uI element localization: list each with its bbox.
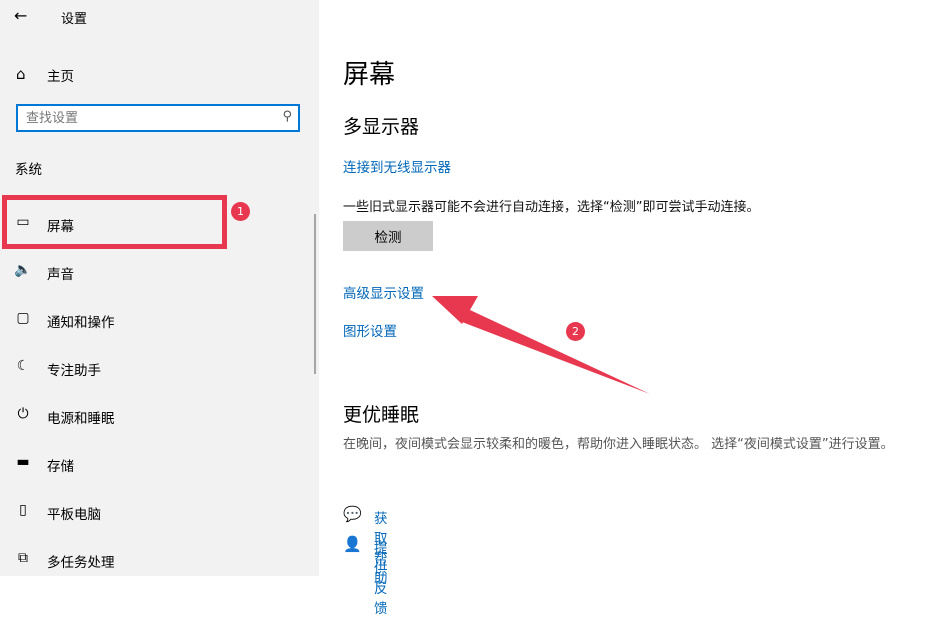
search-icon[interactable]: ⚲: [282, 109, 292, 124]
section-label-system: 系统: [15, 162, 42, 178]
sidebar-item-label: 电源和睡眠: [47, 411, 115, 427]
back-arrow-icon[interactable]: ←: [14, 6, 34, 26]
notification-icon: ▢: [16, 310, 30, 326]
night-light-description: 在晚间，夜间模式会显示较柔和的暖色，帮助你进入睡眠状态。 选择“夜间模式设置”进…: [343, 437, 894, 452]
tablet-icon: ▯: [19, 502, 27, 518]
graphics-settings-link[interactable]: 图形设置: [343, 320, 397, 340]
sidebar-item-label: 通知和操作: [47, 315, 115, 331]
page-title: 屏幕: [343, 60, 396, 90]
annotation-badge-2: 2: [566, 322, 585, 341]
multi-display-heading: 多显示器: [343, 116, 420, 138]
better-sleep-heading: 更优睡眠: [343, 404, 420, 426]
sidebar-item-label: 存储: [47, 459, 74, 475]
sidebar-item-label: 专注助手: [47, 363, 101, 379]
feedback-person-icon: 👤: [343, 535, 362, 553]
wireless-display-link[interactable]: 连接到无线显示器: [343, 156, 451, 176]
sidebar-item-label: 多任务处理: [47, 555, 115, 571]
storage-icon: ▬: [16, 454, 30, 470]
main-content: 屏幕 多显示器 连接到无线显示器 一些旧式显示器可能不会进行自动连接，选择“检测…: [319, 0, 949, 617]
sidebar-item-multitasking[interactable]: ⧉ 多任务处理: [0, 540, 319, 580]
speaker-icon: 🔈: [14, 262, 32, 278]
sidebar-scrollbar[interactable]: [314, 214, 316, 374]
sidebar-item-storage[interactable]: ▬ 存储: [0, 444, 319, 484]
sidebar-item-home[interactable]: ⌂ 主页: [0, 56, 319, 92]
advanced-display-settings-link[interactable]: 高级显示设置: [343, 282, 424, 302]
app-title: 设置: [61, 12, 88, 27]
home-icon: ⌂: [16, 65, 26, 83]
title-bar: ← 设置: [0, 0, 319, 34]
home-label: 主页: [47, 69, 74, 85]
sidebar-item-label: 声音: [47, 267, 74, 283]
power-icon: ⏻: [17, 406, 29, 422]
sidebar-item-focus-assist[interactable]: ☾ 专注助手: [0, 348, 319, 388]
detect-description: 一些旧式显示器可能不会进行自动连接，选择“检测”即可尝试手动连接。: [343, 200, 760, 215]
annotation-highlight-box: [2, 195, 227, 249]
sidebar-item-label: 平板电脑: [47, 507, 101, 523]
chat-help-icon: 💬: [343, 505, 362, 523]
sidebar-item-tablet[interactable]: ▯ 平板电脑: [0, 492, 319, 532]
give-feedback-link[interactable]: 提供反馈: [374, 537, 388, 617]
annotation-badge-1: 1: [231, 202, 250, 221]
moon-icon: ☾: [16, 358, 30, 374]
sidebar-item-power[interactable]: ⏻ 电源和睡眠: [0, 396, 319, 436]
search-input[interactable]: [26, 109, 276, 127]
multitask-icon: ⧉: [18, 550, 28, 566]
sidebar-item-notifications[interactable]: ▢ 通知和操作: [0, 300, 319, 340]
sidebar: ← 设置 ⌂ 主页 ⚲ 系统 ▭ 屏幕 🔈 声音 ▢ 通知和操作 ☾ 专注助手 …: [0, 0, 319, 576]
sidebar-item-sound[interactable]: 🔈 声音: [0, 252, 319, 292]
search-box[interactable]: ⚲: [16, 104, 300, 132]
detect-button[interactable]: 检测: [343, 221, 433, 251]
